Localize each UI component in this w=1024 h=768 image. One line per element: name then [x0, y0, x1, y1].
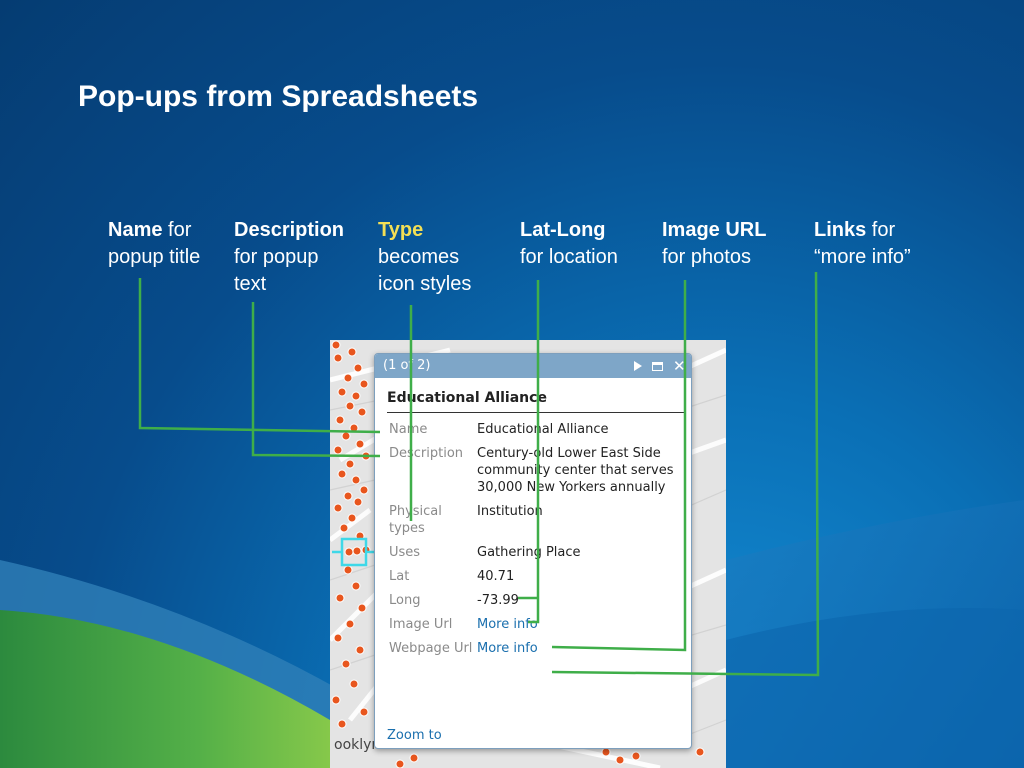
attribute-row-physical-types: Physical types Institution: [389, 503, 691, 537]
info-popup: (1 of 2) ✕ Educational Alliance Name Edu…: [374, 353, 692, 749]
attribute-value: Institution: [477, 504, 543, 519]
field-caption-line2: for popup: [234, 246, 319, 268]
field-caption-bold: Type: [378, 219, 424, 241]
attribute-row-webpage-url: Webpage Url More info: [389, 640, 691, 657]
attribute-value: Educational Alliance: [477, 422, 609, 437]
close-icon[interactable]: ✕: [673, 359, 686, 374]
field-links-caption: Links for “more info”: [814, 217, 911, 271]
field-name-caption: Name for popup title: [108, 217, 200, 271]
attribute-label: Image Url: [389, 617, 453, 632]
attribute-label: Webpage Url: [389, 641, 473, 656]
field-caption-line2: for photos: [662, 246, 751, 268]
field-caption-bold: Lat-Long: [520, 219, 606, 241]
attribute-value: -73.99: [477, 593, 519, 608]
field-caption-line2: “more info”: [814, 246, 911, 268]
popup-header: (1 of 2) ✕: [375, 354, 691, 378]
field-caption-rest: for: [162, 219, 192, 241]
field-latlong-caption: Lat-Long for location: [520, 217, 618, 271]
attribute-value: Century-old Lower East Side community ce…: [477, 446, 674, 495]
popup-counter: (1 of 2): [383, 358, 431, 373]
zoom-to-link[interactable]: Zoom to: [387, 728, 442, 743]
attribute-label: Description: [389, 446, 464, 461]
attribute-label: Physical types: [389, 504, 442, 536]
attribute-row-name: Name Educational Alliance: [389, 421, 691, 438]
field-image-url-caption: Image URL for photos: [662, 217, 766, 271]
attribute-row-long: Long -73.99: [389, 592, 691, 609]
field-caption-bold: Name: [108, 219, 163, 241]
attribute-row-uses: Uses Gathering Place: [389, 544, 691, 561]
field-caption-line3: icon styles: [378, 273, 472, 295]
field-description-caption: Description for popup text: [234, 217, 344, 298]
next-feature-icon[interactable]: [634, 361, 642, 371]
field-caption-bold: Links: [814, 219, 867, 241]
field-caption-line2: for location: [520, 246, 618, 268]
webpage-url-link[interactable]: More info: [477, 640, 687, 657]
attribute-row-lat: Lat 40.71: [389, 568, 691, 585]
field-caption-line3: text: [234, 273, 267, 295]
field-caption-line2: popup title: [108, 246, 201, 268]
attribute-label: Name: [389, 422, 428, 437]
image-url-link[interactable]: More info: [477, 616, 687, 633]
field-type-caption: Type becomes icon styles: [378, 217, 471, 298]
attribute-row-description: Description Century-old Lower East Side …: [389, 445, 691, 496]
attribute-value: 40.71: [477, 569, 515, 584]
field-caption-bold: Image URL: [662, 219, 767, 241]
attribute-table: Name Educational Alliance Description Ce…: [389, 421, 691, 657]
attribute-value: Gathering Place: [477, 545, 581, 560]
popup-title: Educational Alliance: [387, 390, 685, 413]
attribute-label: Long: [389, 593, 421, 608]
maximize-icon[interactable]: [652, 361, 663, 371]
attribute-label: Lat: [389, 569, 410, 584]
attribute-label: Uses: [389, 545, 421, 560]
selected-feature-marker: [332, 537, 374, 567]
field-caption-bold: Description: [234, 219, 345, 241]
slide-title: Pop-ups from Spreadsheets: [78, 80, 479, 113]
field-caption-rest: for: [866, 219, 896, 241]
field-caption-line2: becomes: [378, 246, 460, 268]
attribute-row-image-url: Image Url More info: [389, 616, 691, 633]
